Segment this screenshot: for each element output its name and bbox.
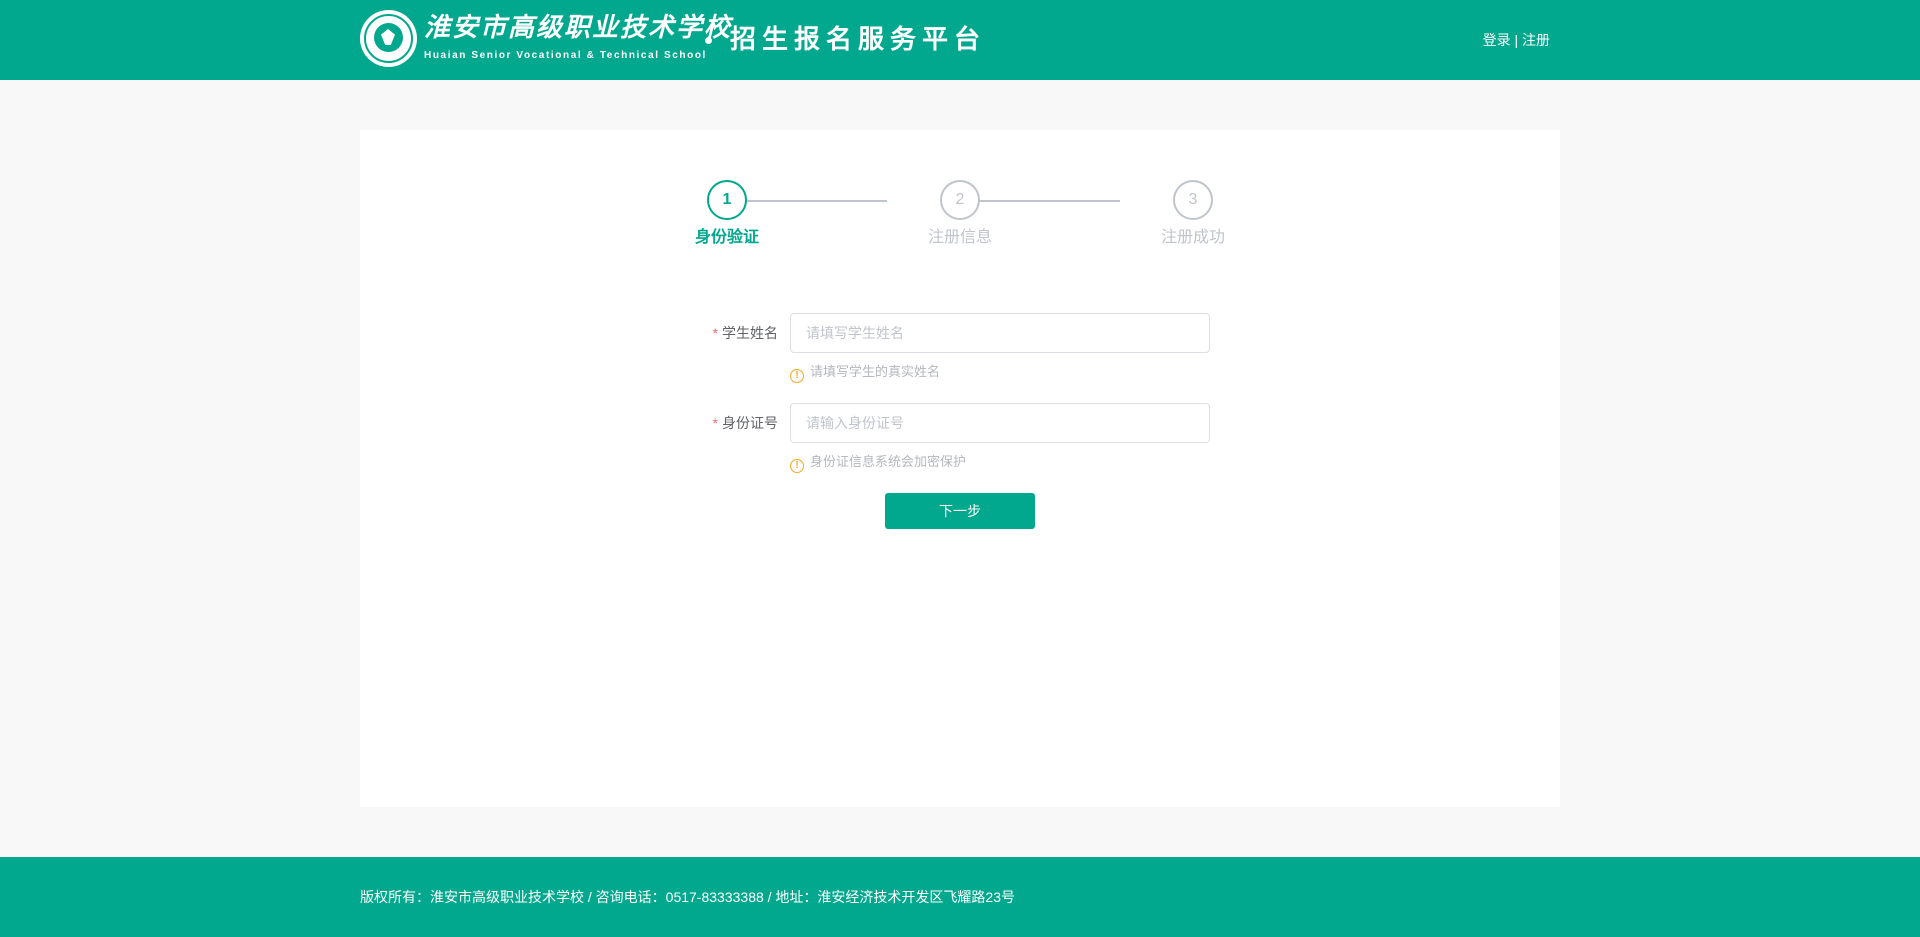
step-2-label: 注册信息 <box>927 229 992 246</box>
id-number-label-row: * 身份证号 <box>638 403 778 443</box>
footer-copyright: 版权所有：淮安市高级职业技术学校 / 咨询电话：0517-83333388 / … <box>360 889 1016 905</box>
register-link[interactable]: 注册 <box>1522 32 1550 48</box>
platform-title: 招生报名服务平台 <box>730 25 987 55</box>
student-name-hint-text: 请填写学生的真实姓名 <box>810 364 941 379</box>
warning-circle-icon: ! <box>790 369 804 383</box>
student-name-label-row: * 学生姓名 <box>638 313 778 353</box>
school-seal-icon[interactable] <box>360 10 417 67</box>
header-container: 淮安市高级职业技术学校 Huaian Senior Vocational & T… <box>360 0 1560 80</box>
warning-circle-icon: ! <box>790 459 804 473</box>
school-name-cn: 淮安市高级职业技术学校 <box>424 13 733 43</box>
step-connector-1-2 <box>733 200 887 202</box>
id-number-hint-text: 身份证信息系统会加密保护 <box>810 454 967 469</box>
school-name-en: Huaian Senior Vocational & Technical Sch… <box>424 50 707 61</box>
student-name-input[interactable] <box>790 313 1210 353</box>
student-name-hint: ! 请填写学生的真实姓名 <box>790 363 941 383</box>
registration-steps: 1 身份验证 2 注册信息 3 注册成功 <box>360 130 1560 250</box>
step-1-circle: 1 <box>707 180 747 220</box>
auth-links: 登录 | 注册 <box>1483 30 1550 50</box>
login-link[interactable]: 登录 <box>1483 32 1511 48</box>
student-name-label: 学生姓名 <box>722 325 778 341</box>
auth-separator: | <box>1510 32 1522 48</box>
header-dot-separator <box>705 37 712 44</box>
step-3-circle: 3 <box>1173 180 1213 220</box>
id-number-label: 身份证号 <box>722 415 778 431</box>
step-2-circle: 2 <box>940 180 980 220</box>
next-step-button[interactable]: 下一步 <box>885 493 1035 529</box>
seal-emblem <box>374 23 403 52</box>
step-3-label: 注册成功 <box>1160 229 1225 246</box>
required-mark: * <box>712 325 718 341</box>
required-mark: * <box>712 415 718 431</box>
top-header: 淮安市高级职业技术学校 Huaian Senior Vocational & T… <box>0 0 1920 80</box>
step-1-label: 身份验证 <box>694 229 759 246</box>
registration-card: 1 身份验证 2 注册信息 3 注册成功 *学生姓名 !请填写学生的真实姓名 *… <box>360 130 1560 807</box>
id-number-hint: ! 身份证信息系统会加密保护 <box>790 453 967 473</box>
step-connector-2-3 <box>966 200 1120 202</box>
id-number-input[interactable] <box>790 403 1210 443</box>
page-footer: 版权所有：淮安市高级职业技术学校 / 咨询电话：0517-83333388 / … <box>0 857 1920 937</box>
